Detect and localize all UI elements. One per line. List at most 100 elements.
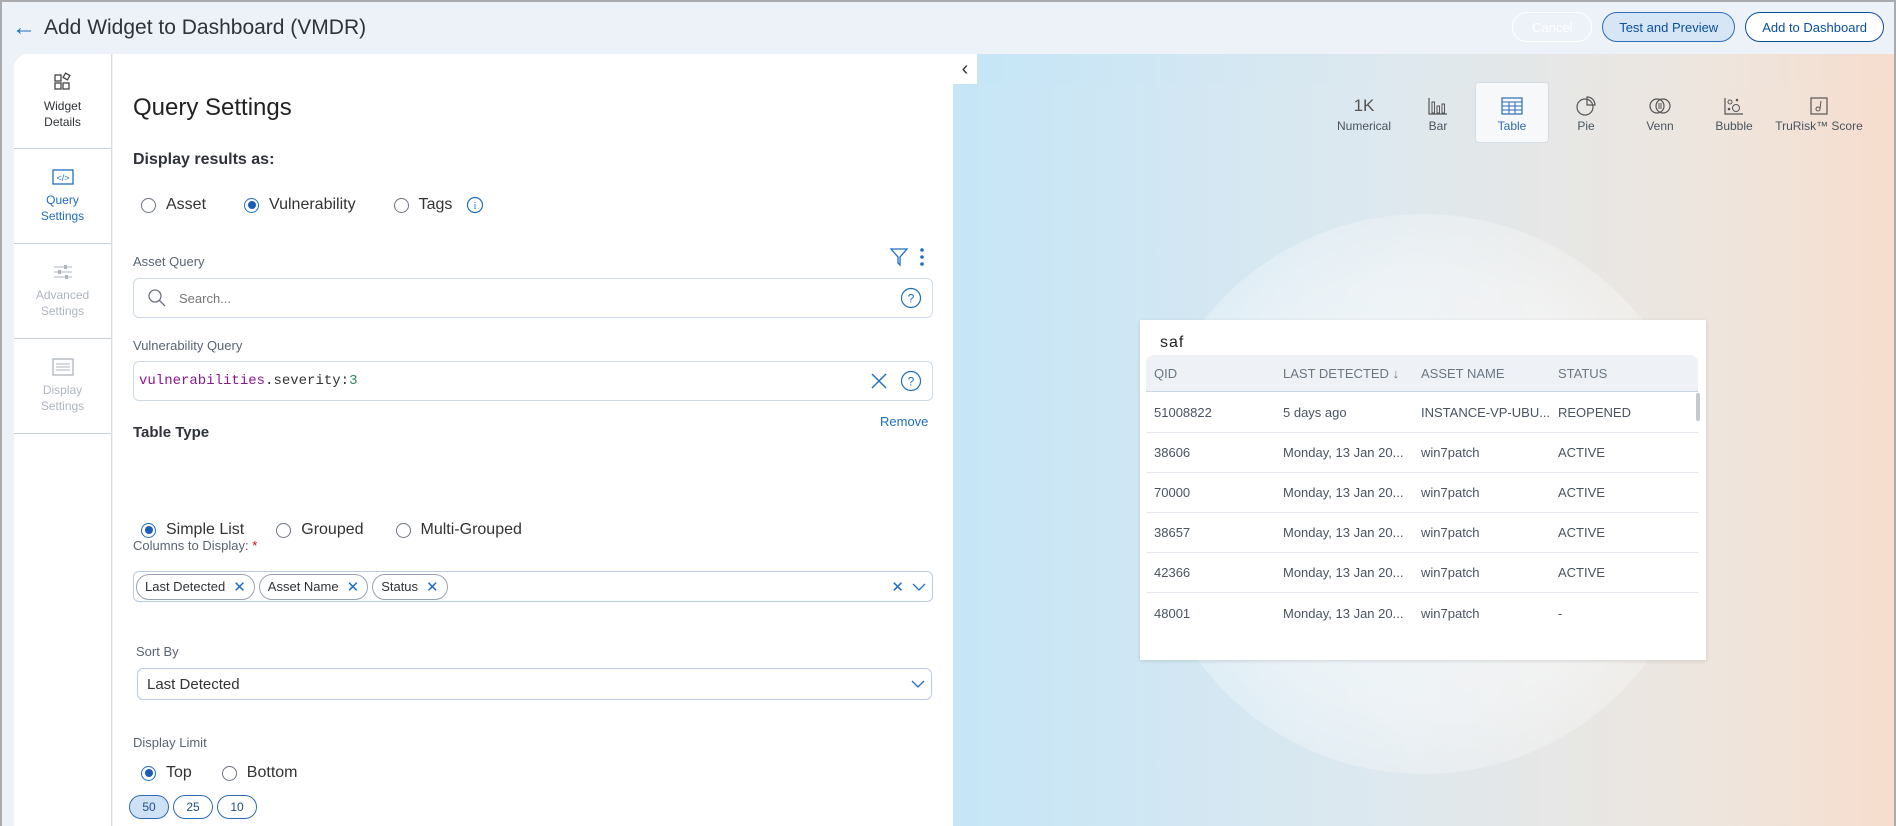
cell-asset-name: win7patch: [1421, 525, 1480, 540]
radio-multi-grouped[interactable]: Multi-Grouped: [395, 521, 522, 539]
columns-multiselect[interactable]: Last Detected ✕ Asset Name ✕ Status ✕ ✕: [133, 571, 933, 602]
radio-vulnerability[interactable]: Vulnerability: [244, 196, 356, 214]
widget-type-label: Pie: [1577, 118, 1595, 133]
vulnerability-query-input[interactable]: vulnerabilities.severity:3 ?: [133, 361, 933, 401]
radio-circle[interactable]: [395, 522, 411, 538]
cell-last-detected: Monday, 13 Jan 20...: [1283, 485, 1404, 500]
chevron-down-icon[interactable]: [912, 582, 926, 592]
sidebar-item-query-settings[interactable]: </> Query Settings: [14, 149, 111, 244]
count-50-button[interactable]: 50: [129, 795, 169, 819]
radio-circle-selected[interactable]: [141, 522, 156, 538]
cell-last-detected: Monday, 13 Jan 20...: [1283, 525, 1404, 540]
column-chip: Asset Name ✕: [258, 573, 369, 600]
cell-qid: 51008822: [1154, 405, 1212, 420]
clear-icon[interactable]: [870, 372, 888, 390]
help-icon[interactable]: ?: [900, 287, 922, 309]
test-and-preview-button[interactable]: Test and Preview: [1602, 12, 1736, 42]
radio-label: Vulnerability: [269, 196, 356, 213]
sidebar-item-advanced-settings[interactable]: Advanced Settings: [14, 244, 111, 339]
cell-status: ACTIVE: [1558, 445, 1605, 460]
display-limit-radio-group: Top Bottom: [141, 764, 297, 782]
cancel-button[interactable]: Cancel: [1512, 12, 1593, 42]
widget-type-trurisk-score[interactable]: TruRisk™ Score: [1771, 82, 1867, 143]
chevron-down-icon[interactable]: [911, 679, 925, 689]
bubble-chart-icon: [1724, 97, 1743, 115]
table-type-label: Table Type: [133, 424, 210, 441]
collapse-panel-button[interactable]: ‹: [953, 54, 977, 84]
column-header-status[interactable]: STATUS: [1558, 366, 1698, 381]
page-title: Add Widget to Dashboard (VMDR): [44, 16, 367, 39]
widget-type-bar[interactable]: Bar: [1401, 82, 1475, 143]
sidebar-item-label: Display: [42, 383, 83, 397]
radio-top[interactable]: Top: [141, 764, 192, 782]
chip-label: Last Detected: [145, 579, 226, 594]
page-header: ← Add Widget to Dashboard (VMDR) Cancel …: [2, 2, 1894, 54]
filter-icon[interactable]: [889, 246, 909, 268]
sort-by-label: Sort By: [136, 644, 179, 659]
chip-remove-icon[interactable]: ✕: [426, 578, 439, 596]
cell-status: REOPENED: [1558, 405, 1631, 420]
more-vertical-icon[interactable]: [919, 246, 925, 268]
trurisk-score-icon: [1810, 96, 1828, 115]
display-results-radio-group: Asset Vulnerability Tags i: [141, 196, 484, 214]
pie-chart-icon: [1576, 95, 1596, 116]
count-10-button[interactable]: 10: [217, 795, 257, 819]
chip-label: Asset Name: [267, 579, 339, 594]
info-icon[interactable]: i: [466, 196, 484, 214]
clear-all-icon[interactable]: ✕: [891, 578, 904, 596]
radio-circle[interactable]: [276, 522, 292, 538]
cell-asset-name: win7patch: [1421, 485, 1480, 500]
cell-asset-name: win7patch: [1421, 605, 1480, 621]
widget-type-bubble[interactable]: Bubble: [1697, 82, 1771, 143]
column-header-qid[interactable]: QID: [1146, 366, 1283, 381]
radio-circle-selected[interactable]: [141, 765, 156, 781]
radio-simple-list[interactable]: Simple List: [141, 521, 244, 539]
widget-type-venn[interactable]: Venn: [1623, 82, 1697, 143]
radio-label: Bottom: [246, 764, 298, 781]
sidebar-item-display-settings[interactable]: Display Settings: [14, 339, 111, 434]
radio-grouped[interactable]: Grouped: [276, 521, 364, 539]
radio-label: Top: [166, 764, 192, 781]
query-settings-form: Query Settings Display results as: Asset…: [113, 54, 953, 826]
radio-label: Grouped: [301, 521, 364, 538]
chip-remove-icon[interactable]: ✕: [347, 578, 360, 596]
table-scrollbar[interactable]: [1696, 393, 1700, 421]
help-icon[interactable]: ?: [900, 370, 922, 392]
widget-type-numerical[interactable]: 1K Numerical: [1327, 82, 1401, 143]
widget-type-pie[interactable]: Pie: [1549, 82, 1623, 143]
widget-type-label: TruRisk™ Score: [1775, 118, 1863, 133]
radio-circle[interactable]: [141, 197, 156, 213]
remove-link[interactable]: Remove: [880, 414, 928, 429]
sort-by-value: Last Detected: [147, 675, 240, 693]
svg-text:?: ?: [908, 375, 915, 389]
bar-chart-icon: [1428, 97, 1447, 115]
widget-type-table[interactable]: Table: [1475, 82, 1549, 143]
radio-circle[interactable]: [221, 765, 237, 781]
add-to-dashboard-button[interactable]: Add to Dashboard: [1745, 12, 1884, 42]
asset-query-search-field[interactable]: [179, 290, 900, 306]
column-header-asset-name[interactable]: ASSET NAME: [1421, 366, 1558, 381]
asset-query-input[interactable]: ?: [133, 278, 933, 318]
numerical-icon: 1K: [1353, 95, 1375, 115]
radio-circle-selected[interactable]: [244, 197, 260, 213]
radio-label: Asset: [166, 196, 207, 213]
chip-label: Status: [381, 579, 419, 594]
arrow-left-icon[interactable]: ←: [12, 14, 38, 42]
radio-tags[interactable]: Tags: [393, 196, 452, 214]
vulnerability-query-value[interactable]: vulnerabilities.severity:3: [139, 373, 870, 389]
vulnerability-query-label: Vulnerability Query: [133, 338, 243, 353]
chip-remove-icon[interactable]: ✕: [233, 578, 246, 596]
sort-by-select[interactable]: Last Detected: [137, 668, 932, 700]
radio-asset[interactable]: Asset: [141, 196, 206, 214]
radio-circle[interactable]: [393, 197, 409, 213]
cell-qid: 38606: [1154, 445, 1191, 460]
cell-status: ACTIVE: [1558, 525, 1605, 540]
sidebar-item-label: Settings: [40, 399, 85, 413]
count-25-button[interactable]: 25: [173, 795, 213, 819]
sidebar-item-widget-details[interactable]: Widget Details: [14, 54, 111, 149]
column-header-last-detected[interactable]: LAST DETECTED ↓: [1283, 366, 1421, 381]
sidebar-item-label: Query: [46, 193, 79, 207]
radio-bottom[interactable]: Bottom: [221, 764, 298, 782]
sidebar-item-label: Widget: [43, 99, 82, 113]
display-results-label: Display results as:: [133, 151, 275, 168]
